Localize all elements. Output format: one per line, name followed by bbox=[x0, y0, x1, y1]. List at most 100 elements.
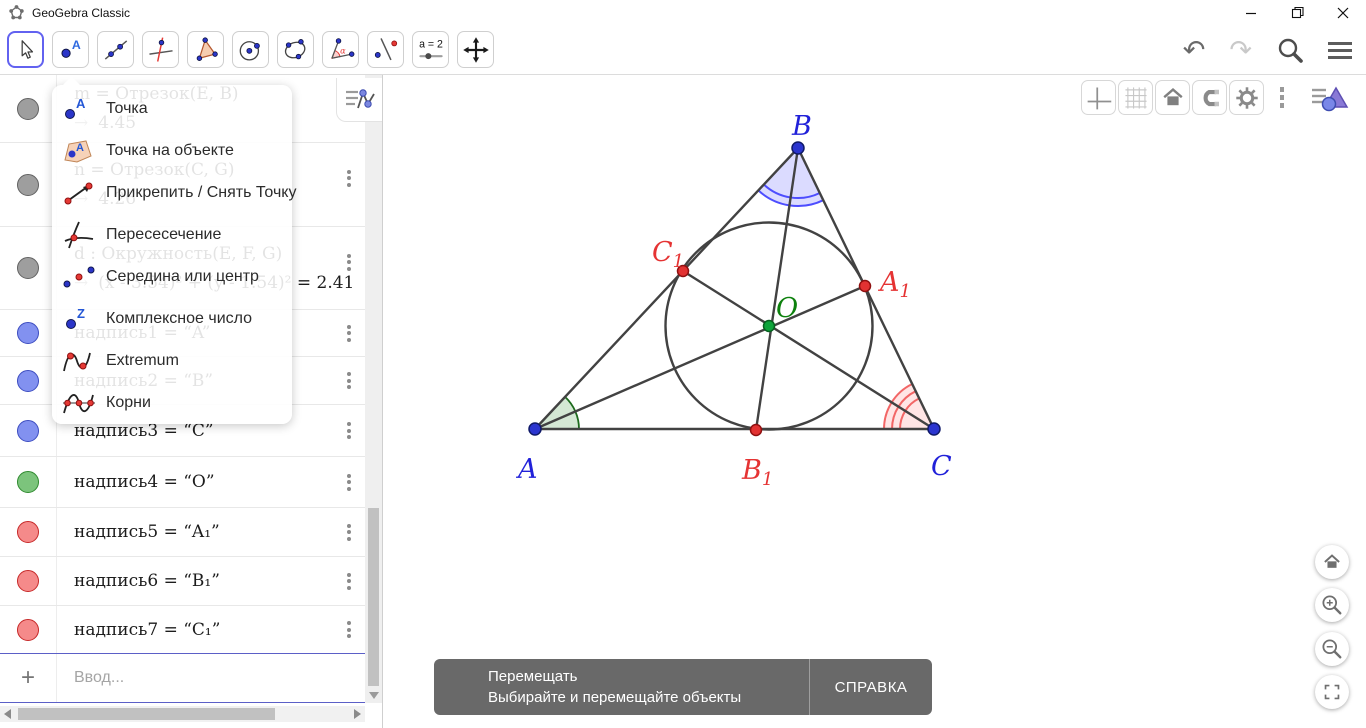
visibility-toggle[interactable] bbox=[17, 97, 39, 120]
tool-circle-button[interactable] bbox=[232, 31, 269, 68]
undo-button[interactable]: ↶ bbox=[1183, 36, 1206, 64]
scroll-right-arrow-icon[interactable] bbox=[354, 709, 361, 719]
vertical-scrollbar[interactable] bbox=[365, 75, 382, 703]
label-C: C bbox=[931, 451, 952, 482]
tool-slider-button[interactable]: a = 2 bbox=[412, 31, 449, 68]
menu-item-attach-detach[interactable]: Прикрепить / Снять Точку bbox=[52, 172, 296, 214]
side-AB[interactable] bbox=[533, 146, 800, 431]
visibility-toggle[interactable] bbox=[17, 419, 39, 442]
fullscreen-button[interactable] bbox=[1315, 675, 1349, 709]
menu-item-point[interactable]: A Точка bbox=[52, 88, 292, 130]
tool-point-button[interactable]: A bbox=[52, 31, 89, 68]
redo-button-disabled[interactable]: ↷ bbox=[1229, 36, 1252, 64]
restore-button[interactable] bbox=[1274, 0, 1320, 25]
algebra-row-text6[interactable]: надпись6 = “B₁” bbox=[0, 557, 382, 606]
construction-canvas[interactable]: B A C O C1 A1 B1 bbox=[384, 75, 1366, 728]
graphics-style-toggle[interactable] bbox=[1308, 80, 1352, 115]
graphics-settings-bar bbox=[1081, 80, 1352, 115]
zoom-in-icon bbox=[1322, 595, 1342, 615]
tool-move-button[interactable] bbox=[7, 31, 44, 68]
algebra-input-row: + bbox=[0, 653, 382, 703]
point-A1[interactable] bbox=[858, 279, 872, 293]
tool-perpendicular-button[interactable] bbox=[142, 31, 179, 68]
menu-item-intersection[interactable]: Пересесечение bbox=[52, 214, 292, 256]
object-definition: надпись6 = “B₁” bbox=[74, 571, 220, 591]
toggle-axes-button[interactable] bbox=[1081, 80, 1116, 115]
snap-to-grid-button[interactable] bbox=[1192, 80, 1227, 115]
window-title: GeoGebra Classic bbox=[32, 5, 131, 20]
perpendicular-line-tool-icon bbox=[148, 36, 173, 62]
visibility-toggle[interactable] bbox=[17, 618, 39, 641]
minimize-button[interactable] bbox=[1228, 0, 1274, 25]
algebra-row-text4[interactable]: надпись4 = “O” bbox=[0, 457, 382, 508]
menu-item-point-on-object[interactable]: A Точка на объекте bbox=[52, 130, 292, 172]
point-B[interactable] bbox=[791, 141, 805, 155]
algebra-row-text5[interactable]: надпись5 = “A₁” bbox=[0, 508, 382, 557]
visibility-toggle[interactable] bbox=[17, 570, 39, 592]
algebra-style-button[interactable] bbox=[336, 78, 382, 122]
menu-item-roots[interactable]: Корни bbox=[52, 382, 292, 424]
tool-angle-button[interactable]: α bbox=[322, 31, 359, 68]
add-expression-button[interactable]: + bbox=[21, 664, 35, 692]
graphics-settings-button[interactable] bbox=[1229, 80, 1264, 115]
row-menu-button[interactable] bbox=[344, 616, 354, 644]
zoom-out-button[interactable] bbox=[1315, 632, 1349, 666]
home-view-button[interactable] bbox=[1315, 545, 1349, 579]
graphics-view[interactable]: B A C O C1 A1 B1 Перемещать Выбирайте и … bbox=[384, 75, 1366, 728]
point-B1[interactable] bbox=[749, 423, 763, 437]
zoom-out-icon bbox=[1322, 639, 1342, 659]
help-button[interactable]: СПРАВКА bbox=[810, 659, 932, 715]
menu-item-extremum[interactable]: Extremum bbox=[52, 340, 292, 382]
algebra-row-text7[interactable]: надпись7 = “C₁” bbox=[0, 606, 382, 653]
vertical-scrollbar-thumb[interactable] bbox=[368, 508, 379, 686]
graphics-more-menu[interactable] bbox=[1271, 80, 1293, 115]
close-button[interactable] bbox=[1320, 0, 1366, 25]
line-tool-icon bbox=[104, 39, 127, 60]
scroll-left-arrow-icon[interactable] bbox=[4, 709, 11, 719]
point-C[interactable] bbox=[927, 422, 941, 436]
zoom-in-button[interactable] bbox=[1315, 588, 1349, 622]
row-menu-button[interactable] bbox=[344, 468, 354, 496]
row-menu-button[interactable] bbox=[344, 367, 354, 395]
visibility-toggle[interactable] bbox=[17, 173, 39, 196]
row-menu-button[interactable] bbox=[344, 319, 354, 347]
visibility-toggle[interactable] bbox=[17, 257, 39, 279]
attach-detach-point-icon bbox=[61, 179, 97, 207]
row-menu-button[interactable] bbox=[344, 417, 354, 445]
tool-reflect-button[interactable] bbox=[367, 31, 404, 68]
toggle-grid-button[interactable] bbox=[1118, 80, 1153, 115]
tool-line-button[interactable] bbox=[97, 31, 134, 68]
visibility-toggle[interactable] bbox=[17, 521, 39, 543]
algebra-input[interactable] bbox=[57, 654, 382, 702]
row-menu-button[interactable] bbox=[344, 518, 354, 546]
fullscreen-icon bbox=[1324, 684, 1340, 700]
row-menu-button[interactable] bbox=[344, 248, 354, 276]
horizontal-scrollbar-thumb[interactable] bbox=[18, 708, 275, 720]
object-definition: надпись7 = “C₁” bbox=[74, 619, 221, 640]
point-O[interactable] bbox=[762, 319, 776, 333]
polygon-tool-icon bbox=[196, 36, 218, 61]
segment-A-A1[interactable] bbox=[533, 284, 867, 431]
row-menu-button[interactable] bbox=[344, 567, 354, 595]
row-menu-button[interactable] bbox=[344, 164, 354, 192]
menu-item-complex-number[interactable]: Z Комплексное число bbox=[52, 298, 292, 340]
scroll-down-arrow-icon[interactable] bbox=[369, 692, 379, 699]
svg-text:A: A bbox=[76, 142, 84, 154]
visibility-toggle[interactable] bbox=[17, 471, 39, 493]
tooltip-subtitle: Выбирайте и перемещайте объекты bbox=[488, 689, 742, 706]
point-tool-icon: A bbox=[60, 38, 80, 58]
tool-conic-button[interactable] bbox=[277, 31, 314, 68]
point-A[interactable] bbox=[528, 422, 542, 436]
svg-text:A: A bbox=[76, 96, 86, 111]
home-icon bbox=[1324, 554, 1340, 568]
move-cursor-icon bbox=[21, 39, 33, 59]
standard-view-button[interactable] bbox=[1155, 80, 1190, 115]
menu-item-midpoint-center[interactable]: Середина или центр bbox=[52, 256, 292, 298]
horizontal-scrollbar[interactable] bbox=[0, 706, 365, 722]
search-icon[interactable] bbox=[1276, 36, 1304, 64]
visibility-toggle[interactable] bbox=[17, 322, 39, 344]
main-menu-icon[interactable] bbox=[1328, 38, 1352, 63]
tool-move-view-button[interactable] bbox=[457, 31, 494, 68]
visibility-toggle[interactable] bbox=[17, 369, 39, 392]
tool-polygon-button[interactable] bbox=[187, 31, 224, 68]
